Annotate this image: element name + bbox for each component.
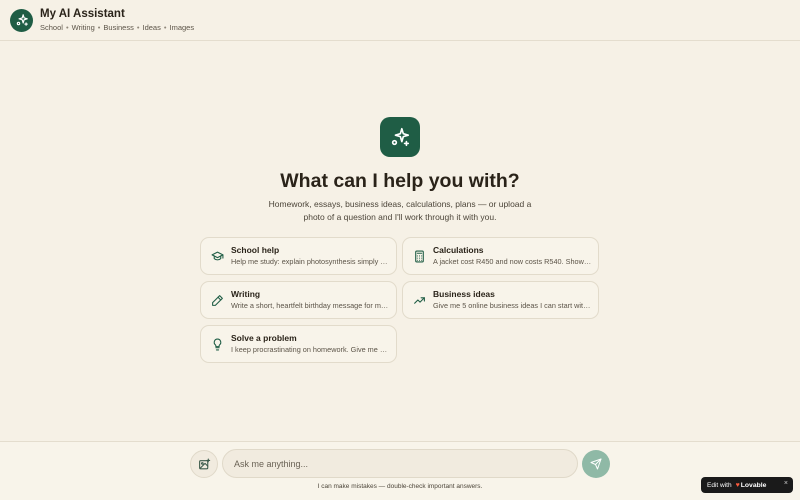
- card-description: A jacket cost R450 and now costs R540. S…: [433, 257, 593, 266]
- badge-prefix: Edit with: [707, 481, 732, 489]
- heart-icon: ♥: [735, 481, 740, 489]
- upload-image-button[interactable]: [190, 450, 218, 478]
- close-icon[interactable]: ×: [784, 480, 788, 487]
- card-description: Write a short, heartfelt birthday messag…: [231, 301, 391, 310]
- disclaimer-text: I can make mistakes — double-check impor…: [317, 483, 483, 490]
- badge-brand: Lovable: [740, 481, 767, 489]
- hero-title: What can I help you with?: [280, 170, 520, 192]
- nav-separator: •: [163, 23, 167, 32]
- nav-item-business[interactable]: Business: [103, 23, 133, 32]
- nav-separator: •: [97, 23, 101, 32]
- nav-item-school[interactable]: School: [40, 23, 63, 32]
- nav-separator: •: [65, 23, 69, 32]
- suggestion-card-business-ideas[interactable]: Business ideas Give me 5 online business…: [402, 281, 599, 319]
- card-description: I keep procrastinating on homework. Give…: [231, 345, 391, 354]
- header-nav: School • Writing • Business • Ideas • Images: [40, 23, 194, 33]
- chat-input[interactable]: [222, 449, 578, 478]
- send-icon: [590, 458, 602, 470]
- nav-item-writing[interactable]: Writing: [72, 23, 95, 32]
- nav-item-ideas[interactable]: Ideas: [143, 23, 161, 32]
- hero-subtitle-line-2: photo of a question and I'll work throug…: [303, 211, 497, 222]
- lightbulb-icon: [210, 337, 224, 351]
- send-button[interactable]: [582, 450, 610, 478]
- image-plus-icon: [198, 458, 210, 469]
- app-title: My AI Assistant: [40, 8, 125, 20]
- hero-subtitle-line-1: Homework, essays, business ideas, calcul…: [268, 199, 532, 209]
- suggestion-card-solve-a-problem[interactable]: Solve a problem I keep procrastinating o…: [200, 325, 397, 363]
- pencil-icon: [210, 293, 224, 307]
- sparkles-logo-icon[interactable]: [10, 8, 33, 32]
- card-title: Business ideas: [433, 289, 495, 299]
- calculator-icon: [412, 249, 426, 263]
- card-title: Calculations: [433, 245, 484, 255]
- card-title: School help: [231, 245, 280, 255]
- app-header: My AI Assistant School • Writing • Business •…: [0, 0, 800, 41]
- sparkles-hero-icon: [380, 117, 420, 157]
- card-title: Solve a problem: [231, 333, 297, 343]
- suggestion-card-school-help[interactable]: School help Help me study: explain photo…: [200, 237, 397, 275]
- card-description: Help me study: explain photosynthesis si…: [231, 257, 391, 266]
- card-title: Writing: [231, 289, 261, 299]
- suggestion-card-calculations[interactable]: Calculations A jacket cost R450 and now …: [402, 237, 599, 275]
- nav-item-images[interactable]: Images: [170, 23, 195, 32]
- graduation-cap-icon: [210, 249, 224, 263]
- hero-subtitle: Homework, essays, business ideas, calcul…: [250, 198, 550, 223]
- nav-separator: •: [136, 23, 140, 32]
- suggestion-card-writing[interactable]: Writing Write a short, heartfelt birthda…: [200, 281, 397, 319]
- card-description: Give me 5 online business ideas I can st…: [433, 301, 593, 310]
- edit-with-lovable-badge[interactable]: Edit with ♥ Lovable ×: [701, 477, 793, 493]
- trending-up-icon: [412, 293, 426, 307]
